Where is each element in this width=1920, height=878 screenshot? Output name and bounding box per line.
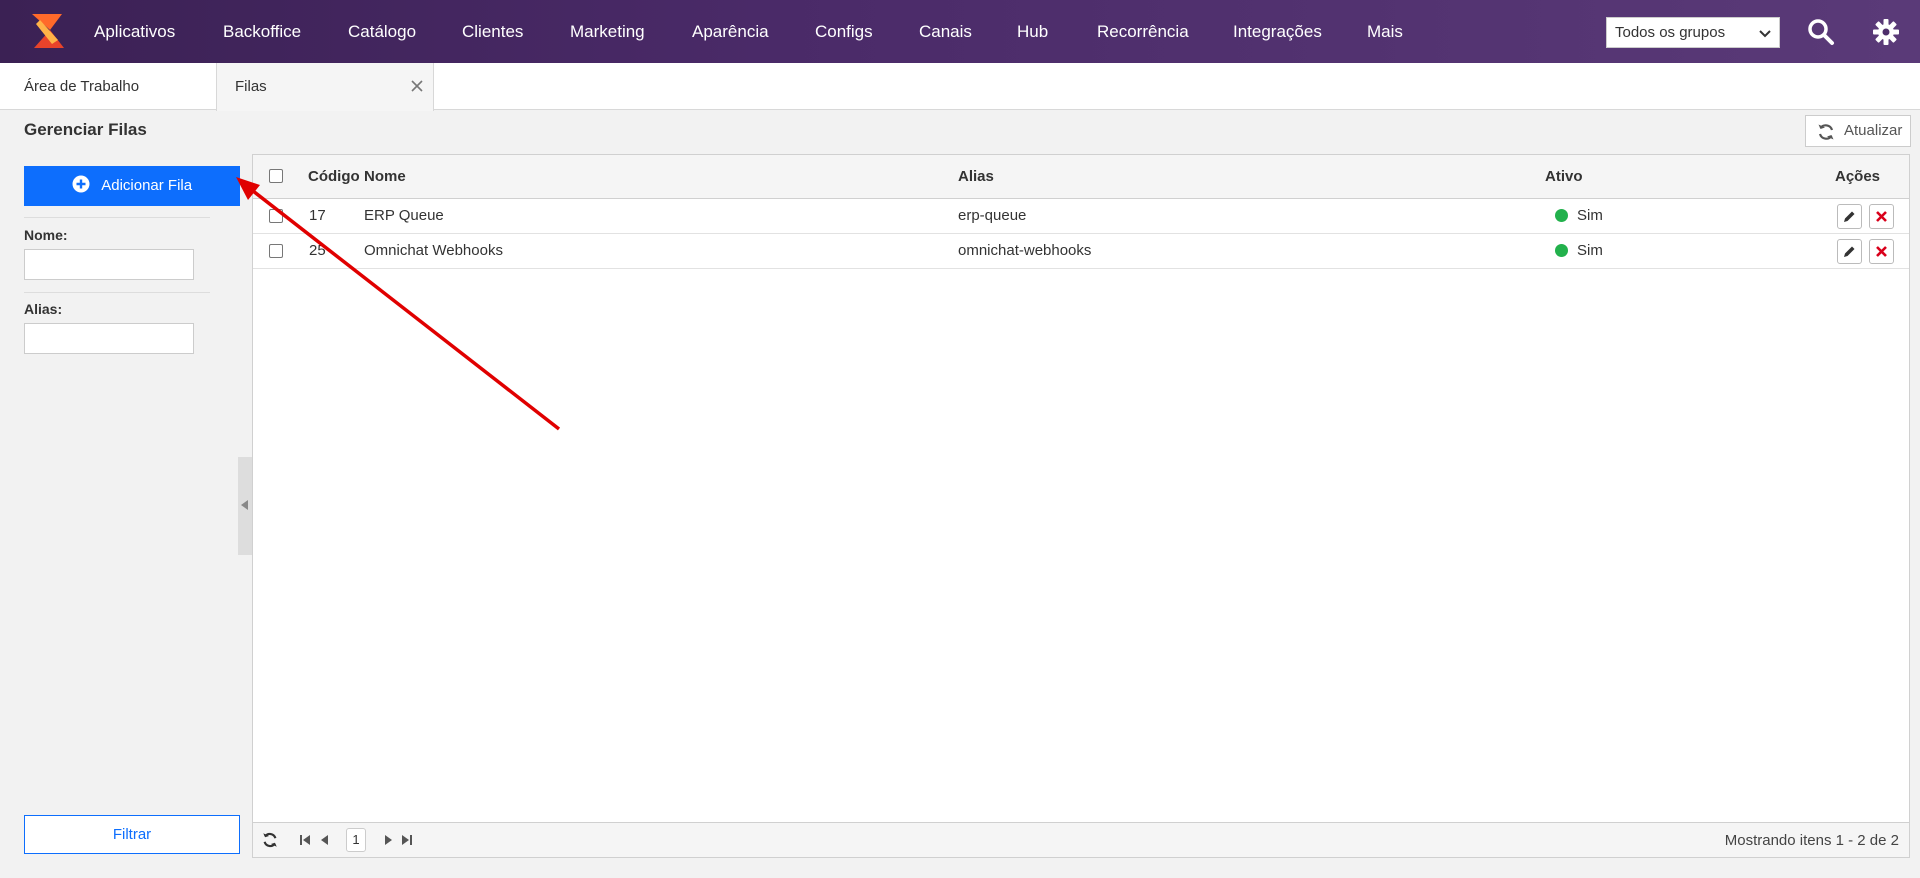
select-all-checkbox[interactable] <box>269 169 283 183</box>
cell-alias: erp-queue <box>958 207 1027 224</box>
column-header-nome[interactable]: Nome <box>364 155 406 199</box>
page-number[interactable]: 1 <box>346 828 366 852</box>
cell-alias: omnichat-webhooks <box>958 242 1092 259</box>
grid-pager: 1 Mostrando itens 1 - 2 de 2 <box>253 822 1909 857</box>
chevron-left-icon <box>241 500 248 510</box>
refresh-icon[interactable] <box>261 831 279 849</box>
column-header-acoes: Ações <box>1835 168 1881 185</box>
nav-catalogo[interactable]: Catálogo <box>348 0 416 63</box>
tab-area-de-trabalho[interactable]: Área de Trabalho <box>24 63 139 110</box>
delete-button[interactable] <box>1869 239 1894 264</box>
cell-codigo: 17 <box>309 207 326 224</box>
column-header-ativo[interactable]: Ativo <box>1545 155 1583 199</box>
group-select-value: Todos os grupos <box>1615 24 1726 41</box>
first-page-icon[interactable] <box>299 834 311 846</box>
close-icon <box>1876 246 1887 257</box>
nav-mais[interactable]: Mais <box>1367 0 1403 63</box>
last-page-icon[interactable] <box>401 834 413 846</box>
chevron-down-icon <box>1759 30 1771 38</box>
refresh-button-label: Atualizar <box>1844 122 1903 139</box>
close-icon[interactable] <box>409 78 425 94</box>
add-queue-label: Adicionar Fila <box>101 177 193 194</box>
top-navbar: Aplicativos Backoffice Catálogo Clientes… <box>0 0 1920 63</box>
refresh-button[interactable]: Atualizar <box>1805 115 1911 147</box>
panel-collapse-handle[interactable] <box>238 457 252 555</box>
alias-filter-input[interactable] <box>24 323 194 354</box>
nav-recorrencia[interactable]: Recorrência <box>1097 0 1189 63</box>
pencil-icon <box>1844 211 1855 222</box>
cell-ativo: Sim <box>1577 207 1603 224</box>
queues-grid: Código Nome Alias Ativo Ações 17 ERP Que… <box>252 154 1910 858</box>
row-checkbox[interactable] <box>269 244 283 258</box>
divider <box>24 217 210 218</box>
close-icon <box>1876 211 1887 222</box>
edit-button[interactable] <box>1837 204 1862 229</box>
cell-ativo: Sim <box>1577 242 1603 259</box>
nav-aplicativos[interactable]: Aplicativos <box>94 0 175 63</box>
status-dot <box>1555 244 1568 257</box>
tab-bar: Área de Trabalho Filas <box>0 63 1920 111</box>
edit-button[interactable] <box>1837 239 1862 264</box>
divider <box>24 292 210 293</box>
nav-canais[interactable]: Canais <box>919 0 972 63</box>
table-row[interactable]: 17 ERP Queue erp-queue Sim <box>253 199 1909 234</box>
grid-header: Código Nome Alias Ativo Ações <box>253 155 1909 199</box>
status-dot <box>1555 209 1568 222</box>
tab-filas[interactable]: Filas <box>216 63 434 111</box>
next-page-icon[interactable] <box>382 834 394 846</box>
refresh-icon <box>1818 124 1834 140</box>
page-title: Gerenciar Filas <box>24 120 147 139</box>
cell-nome: ERP Queue <box>364 207 444 224</box>
nav-aparencia[interactable]: Aparência <box>692 0 769 63</box>
group-select[interactable]: Todos os grupos <box>1606 17 1780 48</box>
alias-filter-label: Alias: <box>24 301 63 317</box>
gear-icon[interactable] <box>1872 18 1900 46</box>
column-header-alias[interactable]: Alias <box>958 155 994 199</box>
name-filter-input[interactable] <box>24 249 194 280</box>
row-checkbox[interactable] <box>269 209 283 223</box>
plus-circle-icon <box>72 175 90 193</box>
pencil-icon <box>1844 246 1855 257</box>
prev-page-icon[interactable] <box>319 834 331 846</box>
tab-filas-label: Filas <box>235 78 267 95</box>
search-icon[interactable] <box>1807 18 1835 46</box>
nav-marketing[interactable]: Marketing <box>570 0 645 63</box>
pager-info: Mostrando itens 1 - 2 de 2 <box>1724 832 1899 849</box>
nav-backoffice[interactable]: Backoffice <box>223 0 301 63</box>
nav-configs[interactable]: Configs <box>815 0 873 63</box>
add-queue-button[interactable]: Adicionar Fila <box>24 166 240 206</box>
filter-button[interactable]: Filtrar <box>24 815 240 854</box>
nav-clientes[interactable]: Clientes <box>462 0 523 63</box>
table-row[interactable]: 25 Omnichat Webhooks omnichat-webhooks S… <box>253 234 1909 269</box>
nav-integracoes[interactable]: Integrações <box>1233 0 1322 63</box>
cell-codigo: 25 <box>309 242 326 259</box>
name-filter-label: Nome: <box>24 227 68 243</box>
nav-hub[interactable]: Hub <box>1017 0 1048 63</box>
brand-logo[interactable] <box>28 10 68 52</box>
delete-button[interactable] <box>1869 204 1894 229</box>
cell-nome: Omnichat Webhooks <box>364 242 503 259</box>
column-header-codigo[interactable]: Código <box>308 155 360 199</box>
